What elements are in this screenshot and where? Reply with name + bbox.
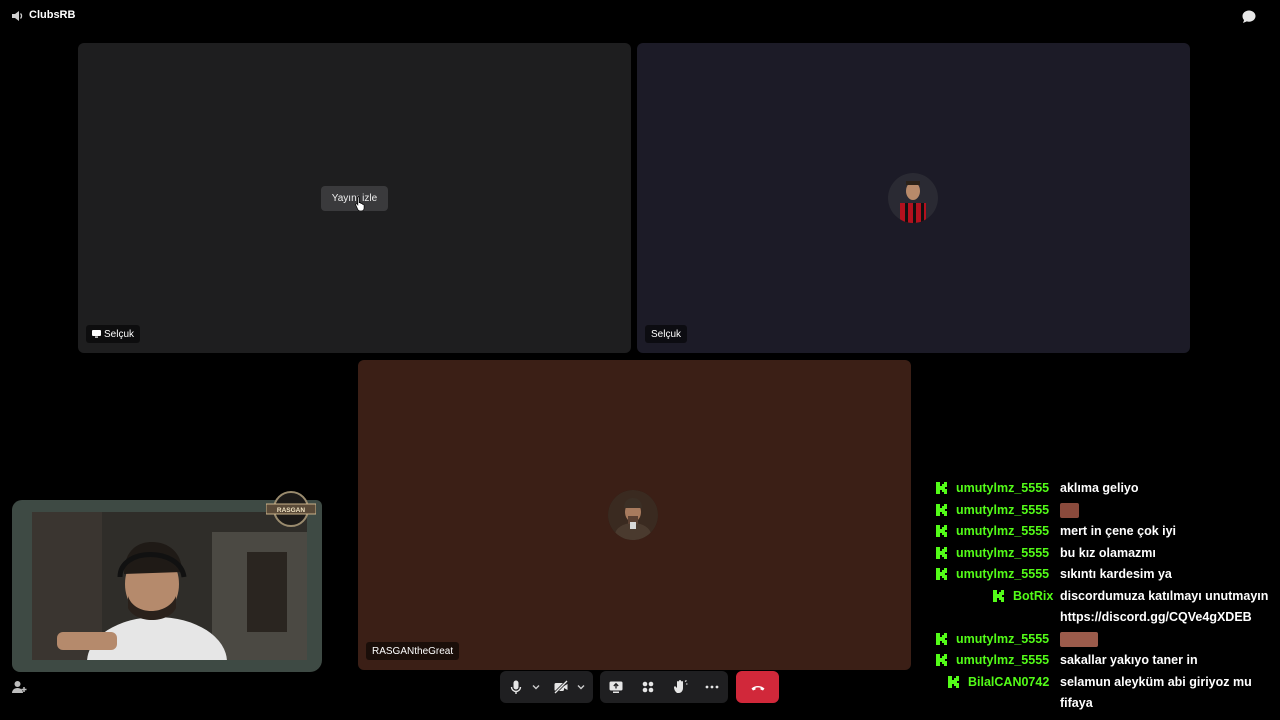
channel-logo: RASGAN <box>266 491 316 527</box>
chat-username[interactable]: umutylmz_5555 <box>956 567 1049 581</box>
chevron-down-icon[interactable] <box>576 682 586 692</box>
camera-off-icon[interactable] <box>553 679 569 695</box>
kick-badge-icon <box>936 632 947 645</box>
chat-message: umutylmz_5555 <box>930 500 1280 522</box>
participant-name: Selçuk <box>651 328 682 340</box>
chat-username[interactable]: umutylmz_5555 <box>956 524 1049 538</box>
participant-name: Selçuk <box>104 328 135 340</box>
chat-message: umutylmz_5555 sıkıntı kardesim ya <box>930 564 1280 586</box>
kick-badge-icon <box>993 589 1004 602</box>
chat-emote <box>1060 631 1098 647</box>
chat-text: discordumuza katılmayı unutmayın <box>1060 588 1269 603</box>
logo-text: RASGAN <box>277 507 305 514</box>
leave-call-button[interactable] <box>736 671 779 703</box>
chat-username[interactable]: umutylmz_5555 <box>956 632 1049 646</box>
participant-tile[interactable]: Selçuk <box>637 43 1190 353</box>
add-user-icon[interactable] <box>11 679 27 695</box>
chat-message-continuation: fifaya <box>930 693 1280 715</box>
screen-share-icon <box>92 330 101 338</box>
chat-bubble-icon[interactable] <box>1241 9 1257 25</box>
chat-text: fifaya <box>1060 696 1093 710</box>
chat-username[interactable]: umutylmz_5555 <box>956 503 1049 517</box>
chat-overlay: umutylmz_5555 aklıma geliyo umutylmz_555… <box>930 478 1280 715</box>
chat-link[interactable]: https://discord.gg/CQVe4gXDEB <box>1060 610 1252 624</box>
emote-image <box>1060 502 1079 518</box>
chat-message: umutylmz_5555 <box>930 629 1280 651</box>
screen-share-tile[interactable]: Yayını izle Selçuk <box>78 43 631 353</box>
kick-badge-icon <box>936 546 947 559</box>
participant-name-tag: Selçuk <box>645 325 688 343</box>
media-controls <box>500 671 593 703</box>
kick-badge-icon <box>936 482 947 494</box>
webcam-video <box>32 512 307 672</box>
avatar-image <box>608 490 658 540</box>
chat-message: umutylmz_5555 aklıma geliyo <box>930 478 1280 500</box>
kick-badge-icon <box>936 568 947 580</box>
participant-name-tag: Selçuk <box>86 325 141 343</box>
participant-tile[interactable]: RASGANtheGreat <box>358 360 911 670</box>
chat-text: bu kız olamazmı <box>1060 545 1156 560</box>
chat-message: umutylmz_5555 bu kız olamazmı <box>930 543 1280 565</box>
app-title: ClubsRB <box>29 9 76 21</box>
chat-username[interactable]: umutylmz_5555 <box>956 481 1049 495</box>
chat-text: sıkıntı kardesim ya <box>1060 567 1172 581</box>
chat-username[interactable]: umutylmz_5555 <box>956 546 1049 560</box>
participant-name: RASGANtheGreat <box>372 645 454 657</box>
chat-message: umutylmz_5555 sakallar yakıyo taner in <box>930 650 1280 672</box>
chat-username[interactable]: umutylmz_5555 <box>956 653 1049 667</box>
avatar-image <box>888 173 938 223</box>
more-icon[interactable] <box>704 679 720 695</box>
chat-username[interactable]: BilalCAN0742 <box>968 675 1049 689</box>
chat-message: umutylmz_5555 mert in çene çok iyi <box>930 521 1280 543</box>
chat-text: selamun aleyküm abi giriyoz mu <box>1060 674 1252 689</box>
avatar <box>608 490 658 540</box>
activities-icon[interactable] <box>640 679 656 695</box>
chat-message-continuation: https://discord.gg/CQVe4gXDEB <box>930 607 1280 629</box>
speaker-icon <box>12 11 23 21</box>
kick-badge-icon <box>936 503 947 516</box>
chat-message: BotRix discordumuza katılmayı unutmayın <box>930 586 1280 608</box>
microphone-icon[interactable] <box>508 679 524 695</box>
emote-image <box>1060 631 1098 647</box>
raise-hand-icon[interactable] <box>672 679 688 695</box>
chat-text: mert in çene çok iyi <box>1060 524 1177 538</box>
chevron-down-icon[interactable] <box>531 682 541 692</box>
hangup-icon <box>751 686 764 691</box>
activity-controls <box>600 671 728 703</box>
chat-message: BilalCAN0742 selamun aleyküm abi giriyoz… <box>930 672 1280 694</box>
kick-badge-icon <box>948 675 959 688</box>
title-bar: ClubsRB <box>0 0 1280 32</box>
participant-name-tag: RASGANtheGreat <box>366 642 460 660</box>
chat-emote <box>1060 502 1079 518</box>
kick-badge-icon <box>936 654 947 666</box>
avatar <box>888 173 938 223</box>
webcam-image <box>32 512 307 672</box>
share-screen-icon[interactable] <box>608 679 624 695</box>
kick-badge-icon <box>936 525 947 537</box>
chat-text: sakallar yakıyo taner in <box>1060 653 1198 667</box>
mouse-cursor-icon <box>355 196 365 211</box>
chat-text: aklıma geliyo <box>1060 481 1139 495</box>
chat-username[interactable]: BotRix <box>1013 589 1053 603</box>
